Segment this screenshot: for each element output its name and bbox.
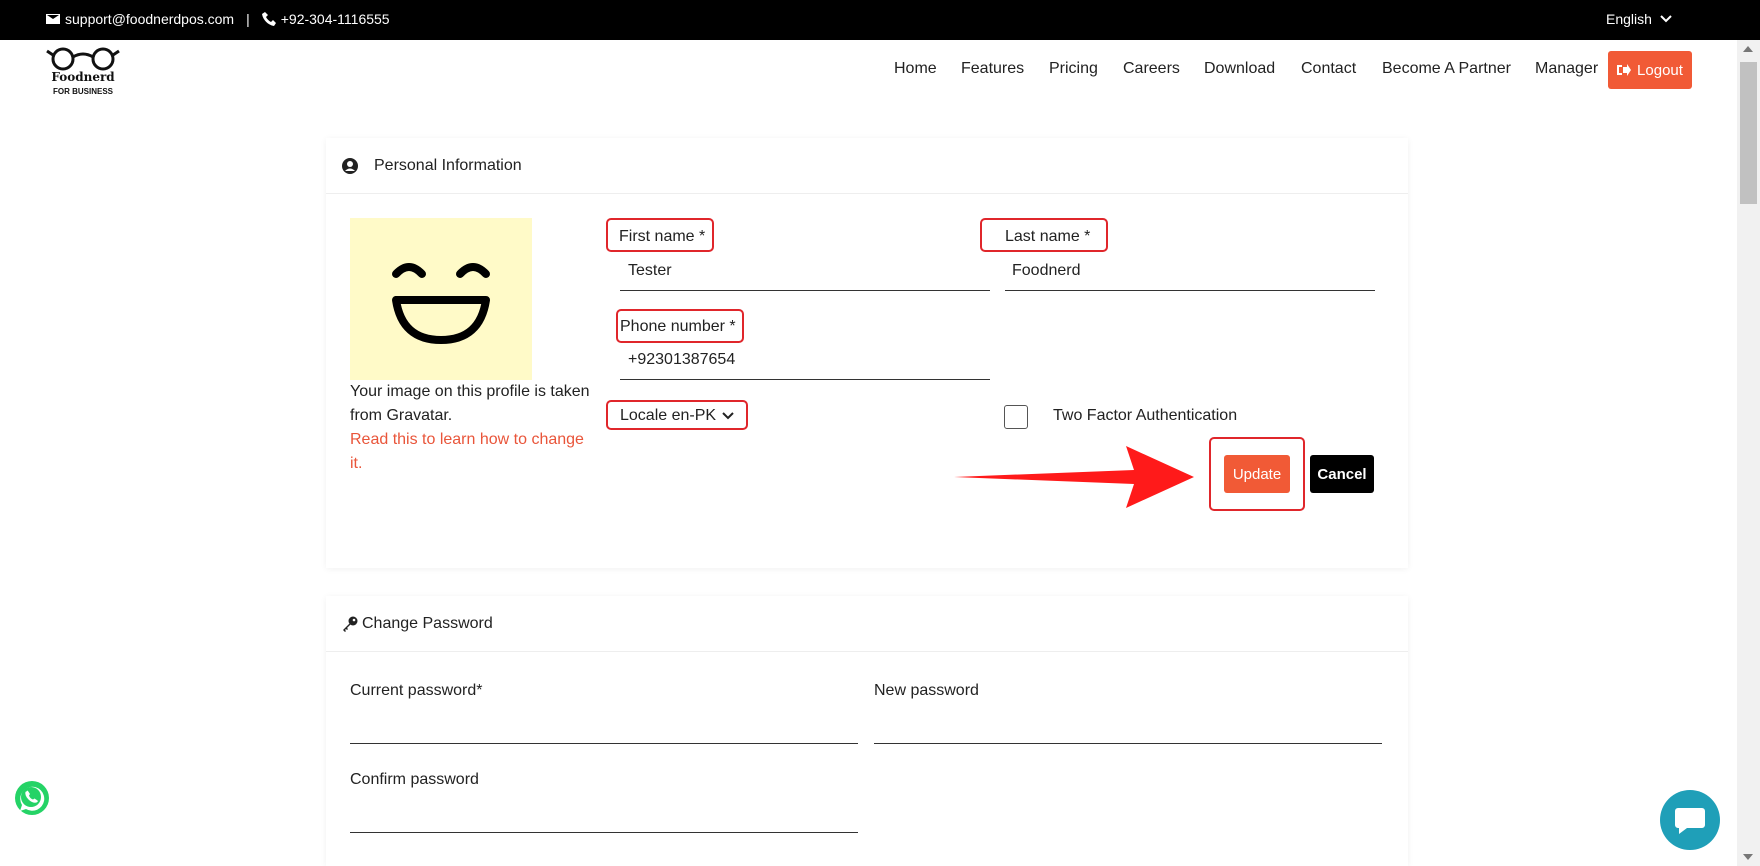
phone-link[interactable]: +92-304-1116555 bbox=[261, 11, 390, 27]
contact-info: support@foodnerdpos.com | +92-304-111655… bbox=[46, 11, 390, 27]
smiley-icon bbox=[392, 263, 490, 344]
nav-features[interactable]: Features bbox=[961, 60, 1024, 78]
logo-subtitle: FOR BUSINESS bbox=[52, 87, 113, 96]
key-icon bbox=[343, 616, 358, 632]
nav-manager[interactable]: Manager bbox=[1535, 60, 1598, 78]
page-scrollbar[interactable] bbox=[1737, 40, 1760, 866]
confirm-password-input[interactable] bbox=[350, 789, 858, 819]
new-password-underline bbox=[874, 743, 1382, 744]
language-label: English bbox=[1606, 11, 1652, 27]
red-arrow-annotation bbox=[954, 446, 1194, 508]
nav-contact[interactable]: Contact bbox=[1301, 60, 1356, 78]
nav-download[interactable]: Download bbox=[1204, 60, 1275, 78]
cancel-button[interactable]: Cancel bbox=[1310, 455, 1374, 493]
locale-dropdown[interactable]: Locale en-PK bbox=[620, 407, 734, 425]
logout-button[interactable]: Logout bbox=[1608, 51, 1692, 89]
two-factor-label: Two Factor Authentication bbox=[1053, 407, 1238, 424]
personal-information-title: Personal Information bbox=[374, 156, 522, 174]
phone-number-label: Phone number * bbox=[620, 318, 736, 335]
email-text: support@foodnerdpos.com bbox=[65, 11, 235, 27]
envelope-icon bbox=[46, 14, 60, 24]
last-name-label: Last name * bbox=[1005, 228, 1091, 245]
phone-number-underline bbox=[620, 379, 990, 380]
nav-pricing[interactable]: Pricing bbox=[1049, 60, 1098, 78]
chat-icon bbox=[1675, 808, 1705, 834]
nav-careers[interactable]: Careers bbox=[1123, 60, 1180, 78]
first-name-input[interactable]: Tester bbox=[628, 262, 672, 280]
chevron-down-icon bbox=[722, 412, 734, 420]
scroll-up-icon[interactable] bbox=[1743, 46, 1753, 52]
contact-separator: | bbox=[246, 11, 250, 27]
language-selector[interactable]: English bbox=[1606, 11, 1672, 27]
logout-icon bbox=[1617, 64, 1632, 76]
nav-become-partner[interactable]: Become A Partner bbox=[1382, 60, 1511, 78]
scroll-down-icon[interactable] bbox=[1743, 854, 1753, 860]
last-name-input[interactable]: Foodnerd bbox=[1012, 262, 1081, 280]
new-password-input[interactable] bbox=[874, 700, 1382, 730]
gravatar-help-link[interactable]: Read this to learn how to change it. bbox=[350, 428, 600, 476]
new-password-label: New password bbox=[874, 682, 979, 699]
top-bar: support@foodnerdpos.com | +92-304-111655… bbox=[0, 0, 1760, 40]
logout-label: Logout bbox=[1637, 61, 1683, 79]
scrollbar-thumb[interactable] bbox=[1740, 62, 1757, 204]
chat-button[interactable] bbox=[1660, 790, 1720, 850]
avatar-caption: Your image on this profile is taken from… bbox=[350, 383, 590, 424]
personal-information-header: Personal Information bbox=[326, 138, 1408, 194]
nav-home[interactable]: Home bbox=[894, 60, 937, 78]
locale-label: Locale en-PK bbox=[620, 407, 717, 424]
two-factor-checkbox[interactable] bbox=[1004, 405, 1028, 429]
chevron-down-icon bbox=[1660, 15, 1672, 23]
personal-information-card: Personal Information Your image on this … bbox=[326, 138, 1408, 568]
avatar bbox=[350, 218, 532, 380]
current-password-underline bbox=[350, 743, 858, 744]
change-password-card: Change Password Current password* New pa… bbox=[326, 596, 1408, 866]
logo[interactable]: Foodnerd FOR BUSINESS bbox=[46, 46, 120, 98]
confirm-password-label: Confirm password bbox=[350, 771, 479, 788]
confirm-password-underline bbox=[350, 832, 858, 833]
first-name-underline bbox=[620, 290, 990, 291]
whatsapp-icon[interactable] bbox=[14, 780, 50, 816]
email-link[interactable]: support@foodnerdpos.com bbox=[46, 11, 234, 27]
logo-brand: Foodnerd bbox=[51, 70, 115, 84]
current-password-input[interactable] bbox=[350, 700, 858, 730]
current-password-label: Current password* bbox=[350, 682, 483, 699]
change-password-header: Change Password bbox=[326, 596, 1408, 652]
update-button[interactable]: Update bbox=[1224, 455, 1290, 493]
change-password-title: Change Password bbox=[362, 614, 493, 632]
glasses-logo-icon bbox=[46, 47, 120, 71]
first-name-label: First name * bbox=[619, 228, 706, 245]
phone-number-input[interactable]: +92301387654 bbox=[628, 351, 735, 369]
user-circle-icon bbox=[342, 157, 358, 174]
last-name-underline bbox=[1005, 290, 1375, 291]
phone-icon bbox=[261, 12, 276, 26]
phone-text: +92-304-1116555 bbox=[280, 11, 390, 27]
